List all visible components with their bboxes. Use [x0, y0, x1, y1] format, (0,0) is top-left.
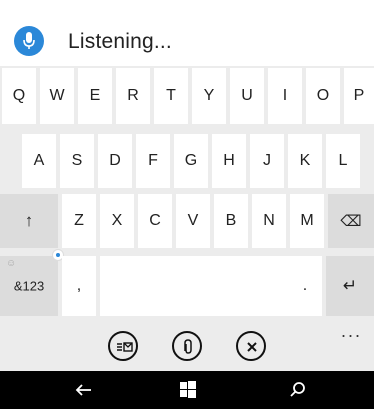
enter-key[interactable]: ↵ [326, 256, 374, 316]
shift-arrow-icon: ↑ [24, 211, 34, 230]
key-c[interactable]: C [138, 194, 172, 248]
key-d[interactable]: D [98, 134, 132, 188]
key-m[interactable]: M [290, 194, 324, 248]
key-a[interactable]: A [22, 134, 56, 188]
emoji-icon: ☺ [6, 258, 17, 269]
paperclip-icon[interactable] [172, 331, 202, 361]
key-p[interactable]: P [344, 68, 374, 124]
keyboard-action-bar: ... [0, 321, 374, 371]
key-v[interactable]: V [176, 194, 210, 248]
key-k[interactable]: K [288, 134, 322, 188]
key-o[interactable]: O [306, 68, 340, 124]
key-l[interactable]: L [326, 134, 360, 188]
backspace-key[interactable]: ⌫ [328, 194, 374, 248]
key-z[interactable]: Z [62, 194, 96, 248]
more-options-button[interactable]: ... [341, 321, 362, 342]
key-i[interactable]: I [268, 68, 302, 124]
back-arrow-icon[interactable] [72, 379, 96, 401]
close-icon[interactable] [236, 331, 266, 361]
shift-key[interactable]: ↑ [0, 194, 58, 248]
key-r[interactable]: R [116, 68, 150, 124]
key-j[interactable]: J [250, 134, 284, 188]
key-s[interactable]: S [60, 134, 94, 188]
enter-icon: ↵ [342, 276, 358, 295]
period-key[interactable]: . [288, 256, 322, 316]
key-u[interactable]: U [230, 68, 264, 124]
key-n[interactable]: N [252, 194, 286, 248]
key-e[interactable]: E [78, 68, 112, 124]
key-g[interactable]: G [174, 134, 208, 188]
navigation-bar [0, 371, 374, 409]
windows-start-icon[interactable] [176, 379, 200, 401]
dictation-status: Listening... [68, 30, 172, 53]
microphone-icon[interactable] [14, 26, 44, 56]
search-icon[interactable] [286, 379, 310, 401]
key-b[interactable]: B [214, 194, 248, 248]
comma-key[interactable]: , [62, 256, 96, 316]
key-x[interactable]: X [100, 194, 134, 248]
numbers-key[interactable]: ☺ &123 [0, 256, 58, 316]
keyboard-layout-icon[interactable] [108, 331, 138, 361]
dictation-bar: Listening... [0, 0, 374, 66]
key-q[interactable]: Q [2, 68, 36, 124]
key-w[interactable]: W [40, 68, 74, 124]
key-y[interactable]: Y [192, 68, 226, 124]
backspace-icon: ⌫ [340, 213, 362, 230]
key-t[interactable]: T [154, 68, 188, 124]
keyboard: Q W E R T Y U I O P A S D F G H J K L ↑ … [0, 66, 374, 321]
key-h[interactable]: H [212, 134, 246, 188]
key-f[interactable]: F [136, 134, 170, 188]
